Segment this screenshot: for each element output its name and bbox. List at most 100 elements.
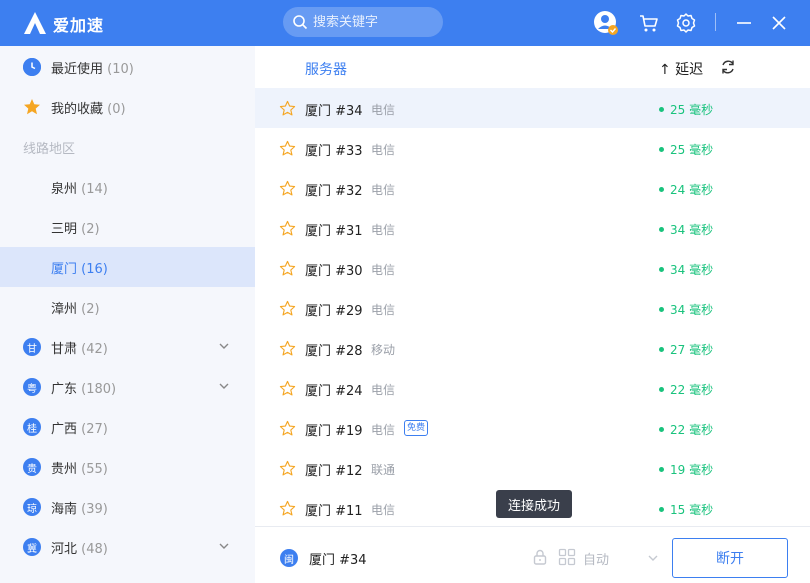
server-isp: 电信: [371, 223, 396, 237]
server-row[interactable]: 厦门 #31 电信 34 毫秒: [255, 208, 810, 248]
sidebar-item-label: 甘肃: [51, 342, 78, 357]
sidebar-item-province[interactable]: 甘 甘肃 (42): [0, 327, 255, 367]
status-dot: [659, 467, 664, 472]
sidebar-item-province[interactable]: 冀 河北 (48): [0, 527, 255, 567]
latency-indicator: 27 毫秒: [659, 341, 713, 358]
free-badge: 免费: [404, 420, 429, 436]
star-outline-icon[interactable]: [279, 460, 296, 477]
app-logo-icon: [24, 12, 46, 34]
server-row[interactable]: 厦门 #33 电信 25 毫秒: [255, 128, 810, 168]
mode-grid-icon: [558, 548, 576, 566]
server-row[interactable]: 厦门 #12 联通 19 毫秒: [255, 448, 810, 488]
server-row[interactable]: 厦门 #19 电信 免费 22 毫秒: [255, 408, 810, 448]
sidebar-item-city[interactable]: 漳州 (2): [0, 287, 255, 327]
star-outline-icon[interactable]: [279, 140, 296, 157]
star-outline-icon[interactable]: [279, 420, 296, 437]
sidebar-item-count: (2): [81, 302, 100, 317]
sidebar-item-city[interactable]: 泉州 (14): [0, 167, 255, 207]
server-row[interactable]: 厦门 #32 电信 24 毫秒: [255, 168, 810, 208]
server-name: 厦门 #12: [305, 464, 363, 479]
sidebar-item-recent[interactable]: 最近使用 (10): [0, 47, 255, 87]
server-row[interactable]: 厦门 #28 移动 27 毫秒: [255, 328, 810, 368]
sidebar-item-label: 广西: [51, 422, 78, 437]
star-outline-icon[interactable]: [279, 100, 296, 117]
cart-button[interactable]: [636, 10, 662, 36]
server-row[interactable]: 厦门 #30 电信 34 毫秒: [255, 248, 810, 288]
mode-select[interactable]: 自动: [583, 549, 609, 568]
server-isp: 电信: [371, 383, 396, 397]
star-outline-icon[interactable]: [279, 380, 296, 397]
chevron-down-icon[interactable]: [647, 552, 659, 564]
close-button[interactable]: [766, 10, 792, 36]
star-outline-icon[interactable]: [279, 220, 296, 237]
latency-value: 34 毫秒: [670, 303, 714, 317]
lock-icon[interactable]: [531, 548, 549, 566]
section-title: 线路地区: [23, 142, 76, 157]
minimize-button[interactable]: [731, 10, 757, 36]
server-name: 厦门 #32: [305, 184, 363, 199]
star-outline-icon[interactable]: [279, 180, 296, 197]
current-server-name: 厦门 #34: [309, 553, 367, 568]
server-name: 厦门 #19: [305, 424, 363, 439]
clock-icon: [23, 58, 41, 76]
header-divider: [715, 13, 716, 31]
search-box[interactable]: [283, 7, 443, 37]
sidebar-item-province[interactable]: 贵 贵州 (55): [0, 447, 255, 487]
app-title: 爱加速: [53, 16, 105, 35]
chevron-down-icon[interactable]: [218, 340, 230, 352]
sidebar-item-count: (2): [81, 222, 100, 237]
sidebar-item-count: (180): [81, 382, 117, 397]
sidebar-item-province[interactable]: 琼 海南 (39): [0, 487, 255, 527]
column-latency-sort[interactable]: ↑ 延迟: [659, 59, 703, 79]
sidebar-item-city-selected[interactable]: 厦门 (16): [0, 247, 255, 287]
status-dot: [659, 147, 664, 152]
province-badge: 甘: [23, 338, 41, 356]
chevron-down-icon[interactable]: [218, 540, 230, 552]
status-dot: [659, 107, 664, 112]
sidebar-item-favorites[interactable]: 我的收藏 (0): [0, 87, 255, 127]
latency-indicator: 15 毫秒: [659, 501, 713, 518]
minimize-icon: [737, 22, 751, 24]
sidebar-item-count: (16): [81, 262, 108, 277]
search-input[interactable]: [313, 7, 438, 37]
sidebar-item-label: 漳州: [51, 302, 78, 317]
latency-value: 27 毫秒: [670, 343, 714, 357]
title-bar: 爱加速: [0, 0, 810, 46]
star-outline-icon[interactable]: [279, 500, 296, 517]
server-name: 厦门 #30: [305, 264, 363, 279]
status-dot: [659, 227, 664, 232]
sidebar-item-count: (55): [81, 462, 108, 477]
sidebar-section: 线路地区: [0, 127, 255, 167]
server-isp: 电信: [371, 183, 396, 197]
server-name: 厦门 #24: [305, 384, 363, 399]
search-icon: [293, 15, 308, 30]
star-outline-icon[interactable]: [279, 260, 296, 277]
star-outline-icon[interactable]: [279, 300, 296, 317]
status-dot: [659, 187, 664, 192]
latency-indicator: 24 毫秒: [659, 181, 713, 198]
sidebar-item-label: 海南: [51, 502, 78, 517]
refresh-icon[interactable]: [720, 59, 736, 75]
server-row-selected[interactable]: 厦门 #34 电信 25 毫秒: [255, 88, 810, 128]
sidebar-item-count: (42): [81, 342, 108, 357]
star-outline-icon[interactable]: [279, 340, 296, 357]
star-filled-icon: [24, 99, 40, 115]
sidebar-item-label: 河北: [51, 542, 78, 557]
server-row[interactable]: 厦门 #29 电信 34 毫秒: [255, 288, 810, 328]
province-badge: 桂: [23, 418, 41, 436]
server-isp: 电信: [371, 303, 396, 317]
column-server[interactable]: 服务器: [305, 59, 347, 79]
sidebar-item-city[interactable]: 三明 (2): [0, 207, 255, 247]
settings-button[interactable]: [673, 10, 699, 36]
close-icon: [772, 16, 786, 30]
latency-value: 22 毫秒: [670, 383, 714, 397]
status-dot: [659, 427, 664, 432]
user-avatar[interactable]: [593, 10, 619, 36]
sidebar-item-province[interactable]: 粤 广东 (180): [0, 367, 255, 407]
server-isp: 电信: [371, 423, 396, 437]
disconnect-button[interactable]: 断开: [672, 538, 788, 578]
server-row[interactable]: 厦门 #24 电信 22 毫秒: [255, 368, 810, 408]
chevron-down-icon[interactable]: [218, 380, 230, 392]
sidebar-item-province[interactable]: 桂 广西 (27): [0, 407, 255, 447]
sidebar-item-count: (14): [81, 182, 108, 197]
